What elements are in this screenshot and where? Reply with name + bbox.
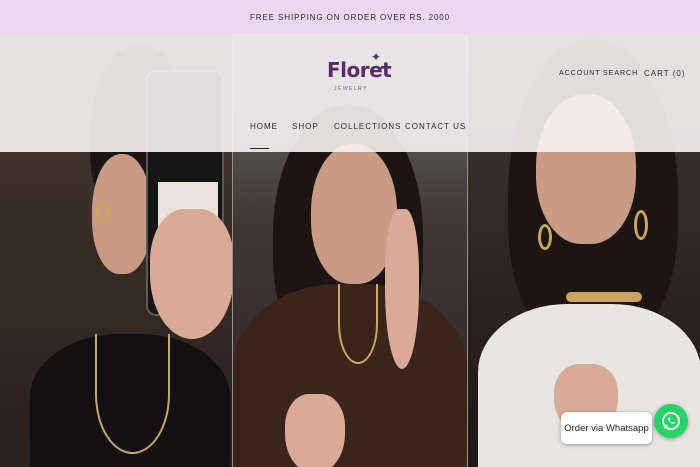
whatsapp-glyph <box>662 412 680 430</box>
sparkle-icon: ✦ <box>371 50 382 64</box>
nav-collections[interactable]: COLLECTIONS <box>334 122 401 131</box>
announcement-text: FREE SHIPPING ON ORDER OVER RS. 2000 <box>250 12 450 22</box>
whatsapp-button-label: Order via Whatsapp <box>564 422 649 434</box>
sparkle-icon: ✦ <box>379 65 385 72</box>
brand-tagline: JEWELRY <box>334 86 369 92</box>
account-link[interactable]: ACCOUNT <box>559 70 601 77</box>
brand-logo[interactable]: Floret JEWELRY ✦ ✦ <box>327 51 392 104</box>
nav-home[interactable]: HOME <box>250 122 278 149</box>
search-link[interactable]: SEARCH <box>603 70 638 77</box>
nav-contact-us[interactable]: CONTACT US <box>405 122 466 131</box>
cart-link[interactable]: CART (0) <box>644 69 686 78</box>
whatsapp-icon[interactable] <box>654 404 688 438</box>
nav-shop[interactable]: SHOP <box>292 122 319 131</box>
order-via-whatsapp-button[interactable]: Order via Whatsapp <box>561 412 652 444</box>
announcement-bar: FREE SHIPPING ON ORDER OVER RS. 2000 <box>0 0 700 34</box>
